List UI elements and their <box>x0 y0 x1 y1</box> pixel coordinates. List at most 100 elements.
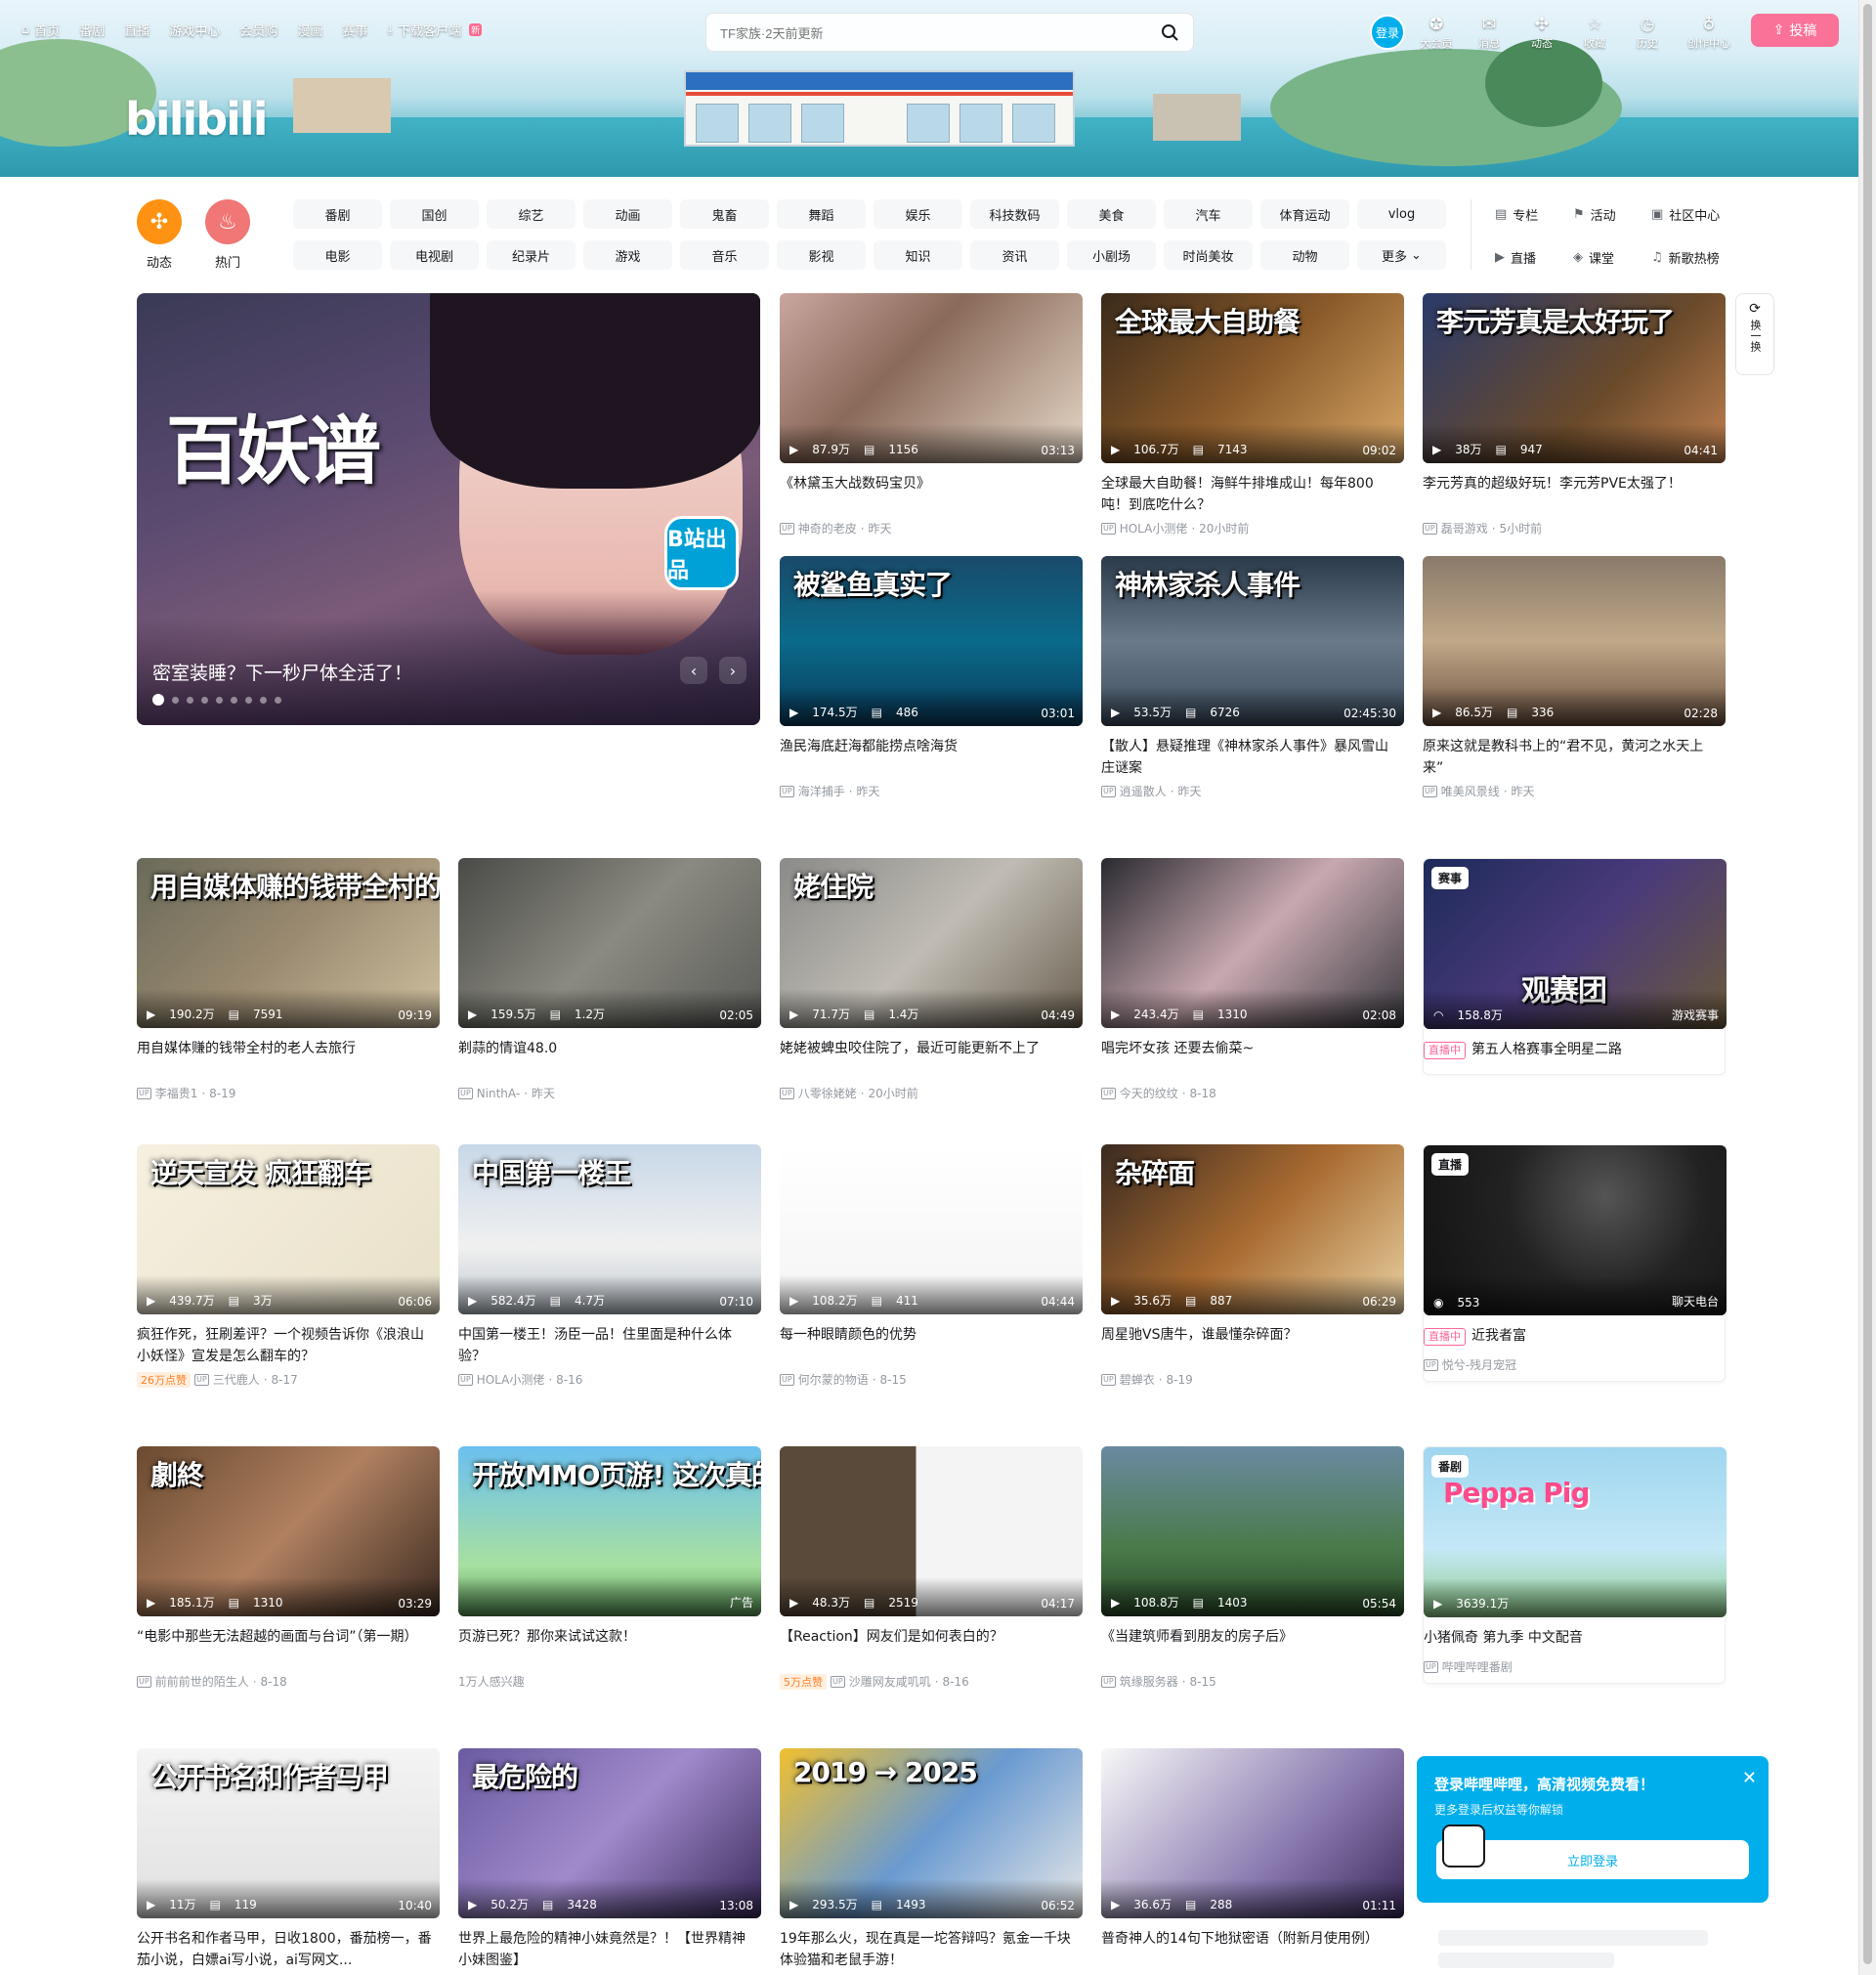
card-title[interactable]: 小猪佩奇 第九季 中文配音 <box>1424 1627 1725 1654</box>
video-thumbnail[interactable]: 中国第一楼王 ▶ 582.4万 ▤ 4.7万 07:10 <box>458 1144 761 1314</box>
video-card[interactable]: 用自媒体赚的钱带全村的老人去旅行▶190.2万▤759109:19 用自媒体赚的钱… <box>137 858 440 1101</box>
category-item[interactable]: 电视剧 <box>390 240 479 270</box>
up-name[interactable]: 前前前世的陌生人 <box>155 1673 249 1690</box>
carousel-dot[interactable] <box>152 694 164 706</box>
carousel-dot[interactable] <box>172 696 179 704</box>
video-title[interactable]: 用自媒体赚的钱带全村的老人去旅行 <box>137 1038 440 1081</box>
video-card[interactable]: ▶ 108.8万 ▤ 1403 05:54 《当建筑师看到朋友的房子后》 UP 筑缘服务器 · 8… <box>1101 1446 1404 1690</box>
video-thumbnail[interactable]: 劇終 ▶ 185.1万 ▤ 1310 03:29 <box>137 1446 440 1616</box>
video-thumbnail[interactable]: ▶ 36.6万 ▤ 288 01:11 <box>1101 1748 1404 1918</box>
video-thumbnail[interactable]: 逆天宣发 疯狂翻车 ▶ 439.7万 ▤ 3万 06:06 <box>137 1144 440 1314</box>
close-icon[interactable]: ✕ <box>1742 1768 1757 1788</box>
video-card[interactable]: 姥住院 ▶ 71.7万 ▤ 1.4万 04:49 姥姥被蜱虫咬住院了，最近可能更新不上了 UP… <box>780 858 1083 1101</box>
up-name[interactable]: 三代鹿人 <box>213 1371 260 1388</box>
creator-center-entry[interactable]: ♁ 创作中心 <box>1684 14 1734 51</box>
video-title[interactable]: 【Reaction】网友们是如何表白的？ <box>780 1626 1083 1669</box>
carousel-dot[interactable] <box>245 696 252 704</box>
video-card[interactable]: 中国第一楼王 ▶ 582.4万 ▤ 4.7万 07:10 中国第一楼王！汤臣一品！住里面是种… <box>458 1144 761 1388</box>
video-title[interactable]: 渔民海底赶海都能捞点啥海货 <box>780 736 1083 779</box>
video-thumbnail[interactable]: 姥住院 ▶ 71.7万 ▤ 1.4万 04:49 <box>780 858 1083 1028</box>
nav-game-center[interactable]: 游戏中心 <box>169 21 220 39</box>
page-scrollbar[interactable] <box>1858 0 1876 1975</box>
video-card[interactable]: ▶ 108.2万 ▤ 411 04:44 每一种眼睛颜色的优势 UP 何尔蒙的物语 · 8-15 <box>780 1144 1083 1388</box>
nav-home[interactable]: ⌂ 首页 <box>21 21 60 39</box>
video-title[interactable]: 《林黛玉大战数码宝贝》 <box>780 473 1083 516</box>
history-entry[interactable]: ◷ 历史 <box>1631 14 1664 51</box>
category-item[interactable]: 小剧场 <box>1067 240 1156 270</box>
video-thumbnail[interactable]: ▶ 48.3万 ▤ 2519 04:17 <box>780 1446 1083 1616</box>
nav-manga[interactable]: 漫画 <box>297 21 322 39</box>
carousel-title[interactable]: 密室装睡？下一秒尸体全活了！ <box>152 659 412 685</box>
search-input[interactable] <box>720 23 1130 43</box>
category-item[interactable]: 影视 <box>777 240 866 270</box>
up-name[interactable]: 八零徐姥姥 <box>798 1085 857 1101</box>
category-item[interactable]: 资讯 <box>970 240 1059 270</box>
video-title[interactable]: 周星驰VS唐牛，谁最懂杂碎面？ <box>1101 1324 1404 1367</box>
category-item[interactable]: 国创 <box>390 199 479 229</box>
video-thumbnail[interactable]: 用自媒体赚的钱带全村的老人去旅行 ▶ 190.2万 ▤ 7591 09:19 <box>137 858 440 1028</box>
up-name[interactable]: NinthA- <box>477 1087 521 1100</box>
scrollbar-thumb[interactable] <box>1863 4 1872 1964</box>
up-name[interactable]: 磊哥游戏 <box>1441 520 1488 537</box>
category-item[interactable]: 汽车 <box>1164 199 1253 229</box>
video-title[interactable]: 中国第一楼王！汤臣一品！住里面是种什么体验？ <box>458 1324 761 1367</box>
up-name[interactable]: 逍遥散人 <box>1120 783 1167 799</box>
category-item[interactable]: 美食 <box>1067 199 1156 229</box>
video-thumbnail[interactable]: ▶ 243.4万 ▤ 1310 02:08 <box>1101 858 1404 1028</box>
video-card[interactable]: 最危险的 ▶ 50.2万 ▤ 3428 13:08 世界上最危险的精神小妹竟然是？！【世界精… <box>458 1748 761 1975</box>
card-title[interactable]: 近我者富 <box>1471 1328 1526 1344</box>
video-card[interactable]: 逆天宣发 疯狂翻车 ▶ 439.7万 ▤ 3万 06:06 疯狂作死，狂刷差评？一个视频告诉… <box>137 1144 440 1388</box>
link-live[interactable]: ▶ 直播 <box>1495 245 1573 269</box>
video-card[interactable]: 杂碎面 ▶ 35.6万 ▤ 887 06:29 周星驰VS唐牛，谁最懂杂碎面？ UP 碧蝉衣 · 8… <box>1101 1144 1404 1388</box>
video-card[interactable]: ▶ 48.3万 ▤ 2519 04:17 【Reaction】网友们是如何表白的？ 5万点赞… <box>780 1446 1083 1690</box>
channel-dynamic[interactable]: ✣ 动态 <box>137 199 182 271</box>
bangumi-card[interactable]: Peppa Pig 番剧 ▶ 3639.1万 小猪佩奇 第九季 中文配音 UP 哔哩… <box>1423 1446 1727 1684</box>
video-title[interactable]: 公开书名和作者马甲，日收1800，番茄榜一，番茄小说，白嫖ai写小说，ai写网文… <box>137 1928 440 1971</box>
link-music-chart[interactable]: ♫ 新歌热榜 <box>1651 245 1759 269</box>
up-name[interactable]: 唯美风景线 <box>1441 783 1500 799</box>
refresh-button[interactable]: ⟳ 换一换 <box>1735 293 1774 375</box>
up-name[interactable]: 神奇的老皮 <box>798 520 857 537</box>
message-entry[interactable]: ✉ 消息 <box>1472 14 1506 51</box>
video-thumbnail[interactable]: ▶ 87.9万 ▤ 1156 03:13 <box>780 293 1083 463</box>
nav-download-client[interactable]: ⤓ 下载客户端新 <box>387 21 483 39</box>
match-card[interactable]: 观赛团 赛事 ◠158.8万 游戏赛事 直播中第五人格赛事全明星二路 <box>1423 858 1727 1075</box>
video-thumbnail[interactable]: ▶ 108.2万 ▤ 411 04:44 <box>780 1144 1083 1314</box>
video-thumbnail[interactable]: ▶ 108.8万 ▤ 1403 05:54 <box>1101 1446 1404 1616</box>
live-card[interactable]: 直播 ◉ 553 聊天电台 直播中 近我者富 UP 悦兮-残月宠冠 <box>1423 1144 1727 1382</box>
category-item[interactable]: 时尚美妆 <box>1164 240 1253 270</box>
carousel-dot[interactable] <box>216 696 223 704</box>
link-community[interactable]: ▣ 社区中心 <box>1651 202 1759 226</box>
video-card[interactable]: 全球最大自助餐 ▶ 106.7万 ▤ 7143 09:02 全球最大自助餐！海鲜牛排堆成山！… <box>1101 293 1404 537</box>
video-title[interactable]: 页游已死？那你来试试这款！ <box>458 1626 761 1669</box>
carousel-dot[interactable] <box>231 696 237 704</box>
video-thumbnail[interactable]: 被鲨鱼真实了 ▶ 174.5万 ▤ 486 03:01 <box>780 556 1083 726</box>
category-item[interactable]: 动物 <box>1260 240 1349 270</box>
video-thumbnail[interactable]: 2019 → 2025 ▶ 293.5万 ▤ 1493 06:52 <box>780 1748 1083 1918</box>
link-activity[interactable]: ⚑ 活动 <box>1573 202 1651 226</box>
favorite-entry[interactable]: ☆ 收藏 <box>1578 14 1611 51</box>
video-card[interactable]: ▶ 87.9万 ▤ 1156 03:13 《林黛玉大战数码宝贝》 UP 神奇的老皮 · 昨天 <box>780 293 1083 537</box>
video-title[interactable]: 普奇神人的14句下地狱密语（附新月使用例） <box>1101 1928 1404 1971</box>
video-title[interactable]: 每一种眼睛颜色的优势 <box>780 1324 1083 1367</box>
up-name[interactable]: 李福贵1 <box>155 1085 198 1101</box>
video-thumbnail[interactable]: ▶ 159.5万 ▤ 1.2万 02:05 <box>458 858 761 1028</box>
video-title[interactable]: 全球最大自助餐！海鲜牛排堆成山！每年800吨！到底吃什么？ <box>1101 473 1404 516</box>
nav-match[interactable]: 赛事 <box>342 21 367 39</box>
category-item[interactable]: 游戏 <box>583 240 672 270</box>
video-title[interactable]: 世界上最危险的精神小妹竟然是？！【世界精神小妹图鉴】 <box>458 1928 761 1971</box>
featured-carousel[interactable]: 百妖谱 B站出品 密室装睡？下一秒尸体全活了！ ‹ › <box>137 293 760 725</box>
upload-button[interactable]: ⇪ 投稿 <box>1751 14 1839 47</box>
up-name[interactable]: 沙雕网友咸叽叽 <box>849 1673 931 1690</box>
login-avatar-button[interactable]: 登录 <box>1370 15 1405 50</box>
category-item[interactable]: 知识 <box>874 240 962 270</box>
video-thumbnail[interactable]: 李元芳真是太好玩了 ▶ 38万 ▤ 947 04:41 <box>1423 293 1726 463</box>
video-card[interactable]: ▶ 243.4万 ▤ 1310 02:08 唱完坏女孩 还要去偷菜~ UP 今天的纹纹 · 8-1… <box>1101 858 1404 1101</box>
video-thumbnail[interactable]: 杂碎面 ▶ 35.6万 ▤ 887 06:29 <box>1101 1144 1404 1314</box>
category-item[interactable]: 纪录片 <box>487 240 576 270</box>
category-item[interactable]: 音乐 <box>680 240 769 270</box>
up-name[interactable]: 筑缘服务器 <box>1120 1673 1178 1690</box>
nav-bangumi[interactable]: 番剧 <box>79 21 105 39</box>
ad-card[interactable]: 开放MMO页游! 这次真的来了广告页游已死？那你来试试这款！ 1万人感兴趣 <box>458 1446 761 1690</box>
video-title[interactable]: “电影中那些无法超越的画面与台词”（第一期） <box>137 1626 440 1669</box>
